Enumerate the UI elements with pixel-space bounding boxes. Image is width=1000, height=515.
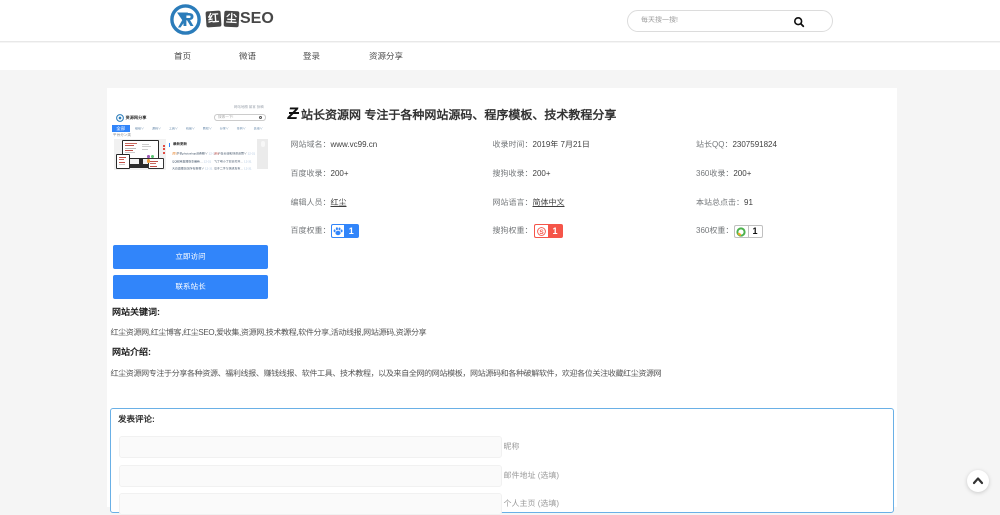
svg-text:S: S	[539, 228, 544, 235]
